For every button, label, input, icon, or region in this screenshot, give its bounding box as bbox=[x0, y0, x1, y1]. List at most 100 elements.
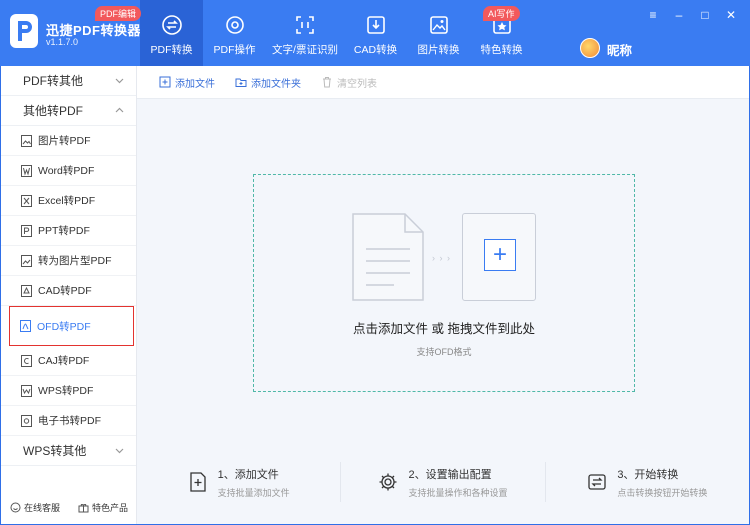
add-file-icon bbox=[190, 472, 206, 492]
nav-label: 文字/票证识别 bbox=[272, 44, 338, 56]
sidebar-item-label: 转为图片型PDF bbox=[38, 255, 112, 267]
add-file-button[interactable]: 添加文件 bbox=[159, 75, 215, 90]
image-file-icon bbox=[21, 134, 32, 147]
nav-label: 特色转换 bbox=[480, 44, 523, 56]
nav-label: 图片转换 bbox=[417, 44, 460, 56]
sidebar-item-ppt-to-pdf[interactable]: PPT转PDF bbox=[1, 216, 136, 246]
step-title: 2、设置输出配置 bbox=[408, 468, 492, 481]
sidebar-item-label: WPS转PDF bbox=[38, 385, 94, 397]
dropzone-main-text: 点击添加文件 或 拖拽文件到此处 bbox=[353, 322, 535, 336]
settings-icon bbox=[379, 473, 397, 491]
nav-ocr[interactable]: 文字/票证识别 bbox=[266, 0, 344, 66]
dropzone-sub-text: 支持OFD格式 bbox=[416, 347, 472, 357]
scan-icon bbox=[296, 16, 314, 34]
nav-cad[interactable]: CAD转换 bbox=[344, 0, 407, 66]
footer-label: 在线客服 bbox=[23, 503, 60, 513]
menu-icon[interactable]: ≡ bbox=[646, 8, 660, 22]
app-logo bbox=[10, 14, 38, 48]
nav-pdf-ops[interactable]: PDF操作 bbox=[203, 0, 266, 66]
headset-icon bbox=[10, 502, 21, 513]
main-nav: PDF转换 PDF操作 文字/票证识别 CAD转换 图片转换 特色转换 bbox=[140, 0, 533, 66]
ppt-file-icon bbox=[21, 224, 32, 237]
clear-list-button[interactable]: 清空列表 bbox=[321, 75, 377, 90]
step-title: 3、开始转换 bbox=[617, 468, 679, 481]
sidebar-item-ofd-to-pdf[interactable]: OFD转PDF bbox=[9, 306, 134, 346]
group-label: WPS转其他 bbox=[23, 444, 87, 458]
word-file-icon bbox=[21, 164, 32, 177]
pdf-edit-badge[interactable]: PDF编辑 bbox=[95, 6, 142, 21]
sidebar-item-caj-to-pdf[interactable]: CAJ转PDF bbox=[1, 346, 136, 376]
nav-label: CAD转换 bbox=[353, 44, 398, 56]
chevron-down-icon bbox=[115, 448, 124, 454]
wps-file-icon bbox=[21, 384, 32, 397]
title-bar: 迅捷PDF转换器 v1.1.7.0 PDF转换 PDF操作 文字/票证识别 CA… bbox=[0, 0, 750, 66]
pdf-file-icon bbox=[20, 320, 31, 332]
app-version: v1.1.7.0 bbox=[46, 37, 79, 47]
sidebar-item-to-image-pdf[interactable]: 转为图片型PDF bbox=[1, 246, 136, 276]
sidebar-item-word-to-pdf[interactable]: Word转PDF bbox=[1, 156, 136, 186]
step-desc: 支持批量添加文件 bbox=[217, 487, 290, 498]
sidebar-group-other-to-pdf[interactable]: 其他转PDF bbox=[1, 96, 136, 126]
plus-icon: + bbox=[484, 239, 516, 271]
sidebar-item-image-to-pdf[interactable]: 图片转PDF bbox=[1, 126, 136, 156]
sidebar-item-label: CAD转PDF bbox=[38, 285, 92, 297]
sidebar-item-ebook-to-pdf[interactable]: 电子书转PDF bbox=[1, 406, 136, 436]
nav-label: PDF操作 bbox=[213, 44, 256, 56]
footer-label: 特色产品 bbox=[91, 503, 128, 513]
cad-file-icon bbox=[21, 284, 32, 297]
sidebar-group-pdf-to-other[interactable]: PDF转其他 bbox=[1, 66, 136, 96]
toolbar-label: 添加文件夹 bbox=[251, 78, 301, 90]
user-nickname[interactable]: 昵称 bbox=[607, 40, 632, 59]
window-controls: ≡ – □ ✕ bbox=[646, 8, 738, 22]
step-desc: 支持批量操作和各种设置 bbox=[408, 487, 508, 498]
trash-icon bbox=[323, 77, 331, 88]
step-convert: 3、开始转换 点击转换按钮开始转换 bbox=[546, 462, 749, 502]
ebook-file-icon bbox=[21, 414, 32, 427]
add-file-icon bbox=[159, 76, 171, 88]
sidebar-footer: 在线客服 特色产品 bbox=[1, 501, 137, 514]
featured-products-link[interactable]: 特色产品 bbox=[78, 501, 128, 514]
toolbar: 添加文件 添加文件夹 清空列表 bbox=[137, 66, 749, 99]
toolbar-label: 添加文件 bbox=[175, 78, 215, 90]
chevron-down-icon bbox=[115, 78, 124, 84]
sidebar-item-label: CAJ转PDF bbox=[38, 355, 90, 367]
nav-image[interactable]: 图片转换 bbox=[407, 0, 470, 66]
sidebar-item-label: 图片转PDF bbox=[38, 135, 91, 147]
document-icon bbox=[352, 213, 424, 301]
sidebar-item-label: Word转PDF bbox=[38, 165, 95, 177]
step-desc: 点击转换按钮开始转换 bbox=[617, 487, 708, 498]
maximize-icon[interactable]: □ bbox=[698, 8, 712, 22]
add-box[interactable]: + bbox=[462, 213, 536, 301]
toolbar-label: 清空列表 bbox=[337, 78, 377, 90]
sidebar-item-label: PPT转PDF bbox=[38, 225, 90, 237]
convert-icon bbox=[588, 474, 606, 490]
step-add-file: 1、添加文件 支持批量添加文件 bbox=[137, 462, 342, 502]
main-panel: 添加文件 添加文件夹 清空列表 › › › + 点击添加文件 或 拖拽文件到此处… bbox=[137, 66, 749, 524]
image-icon bbox=[429, 16, 448, 34]
steps-bar: 1、添加文件 支持批量添加文件 2、设置输出配置 支持批量操作和各种设置 3、开… bbox=[137, 462, 749, 502]
group-label: PDF转其他 bbox=[23, 74, 84, 88]
sidebar-item-excel-to-pdf[interactable]: Excel转PDF bbox=[1, 186, 136, 216]
online-service-link[interactable]: 在线客服 bbox=[10, 501, 60, 514]
file-dropzone[interactable]: › › › + 点击添加文件 或 拖拽文件到此处 支持OFD格式 bbox=[253, 174, 635, 392]
image-pdf-icon bbox=[21, 254, 32, 267]
swap-icon bbox=[161, 15, 182, 35]
sidebar-item-wps-to-pdf[interactable]: WPS转PDF bbox=[1, 376, 136, 406]
nav-pdf-convert[interactable]: PDF转换 bbox=[140, 0, 203, 66]
sidebar-group-wps-to-other[interactable]: WPS转其他 bbox=[1, 436, 136, 466]
sidebar-item-label: 电子书转PDF bbox=[38, 415, 101, 427]
excel-file-icon bbox=[21, 194, 32, 207]
ai-write-badge[interactable]: AI写作 bbox=[483, 6, 520, 21]
chevron-up-icon bbox=[115, 107, 124, 113]
step-title: 1、添加文件 bbox=[217, 468, 279, 481]
arrow-dots: › › › bbox=[432, 253, 451, 263]
step-settings: 2、设置输出配置 支持批量操作和各种设置 bbox=[341, 462, 546, 502]
add-folder-icon bbox=[235, 78, 247, 87]
minimize-icon[interactable]: – bbox=[672, 8, 686, 22]
avatar[interactable] bbox=[580, 38, 600, 58]
sidebar-item-cad-to-pdf[interactable]: CAD转PDF bbox=[1, 276, 136, 306]
close-icon[interactable]: ✕ bbox=[724, 8, 738, 22]
gift-icon bbox=[78, 503, 89, 513]
caj-file-icon bbox=[21, 354, 32, 367]
add-folder-button[interactable]: 添加文件夹 bbox=[235, 75, 301, 90]
